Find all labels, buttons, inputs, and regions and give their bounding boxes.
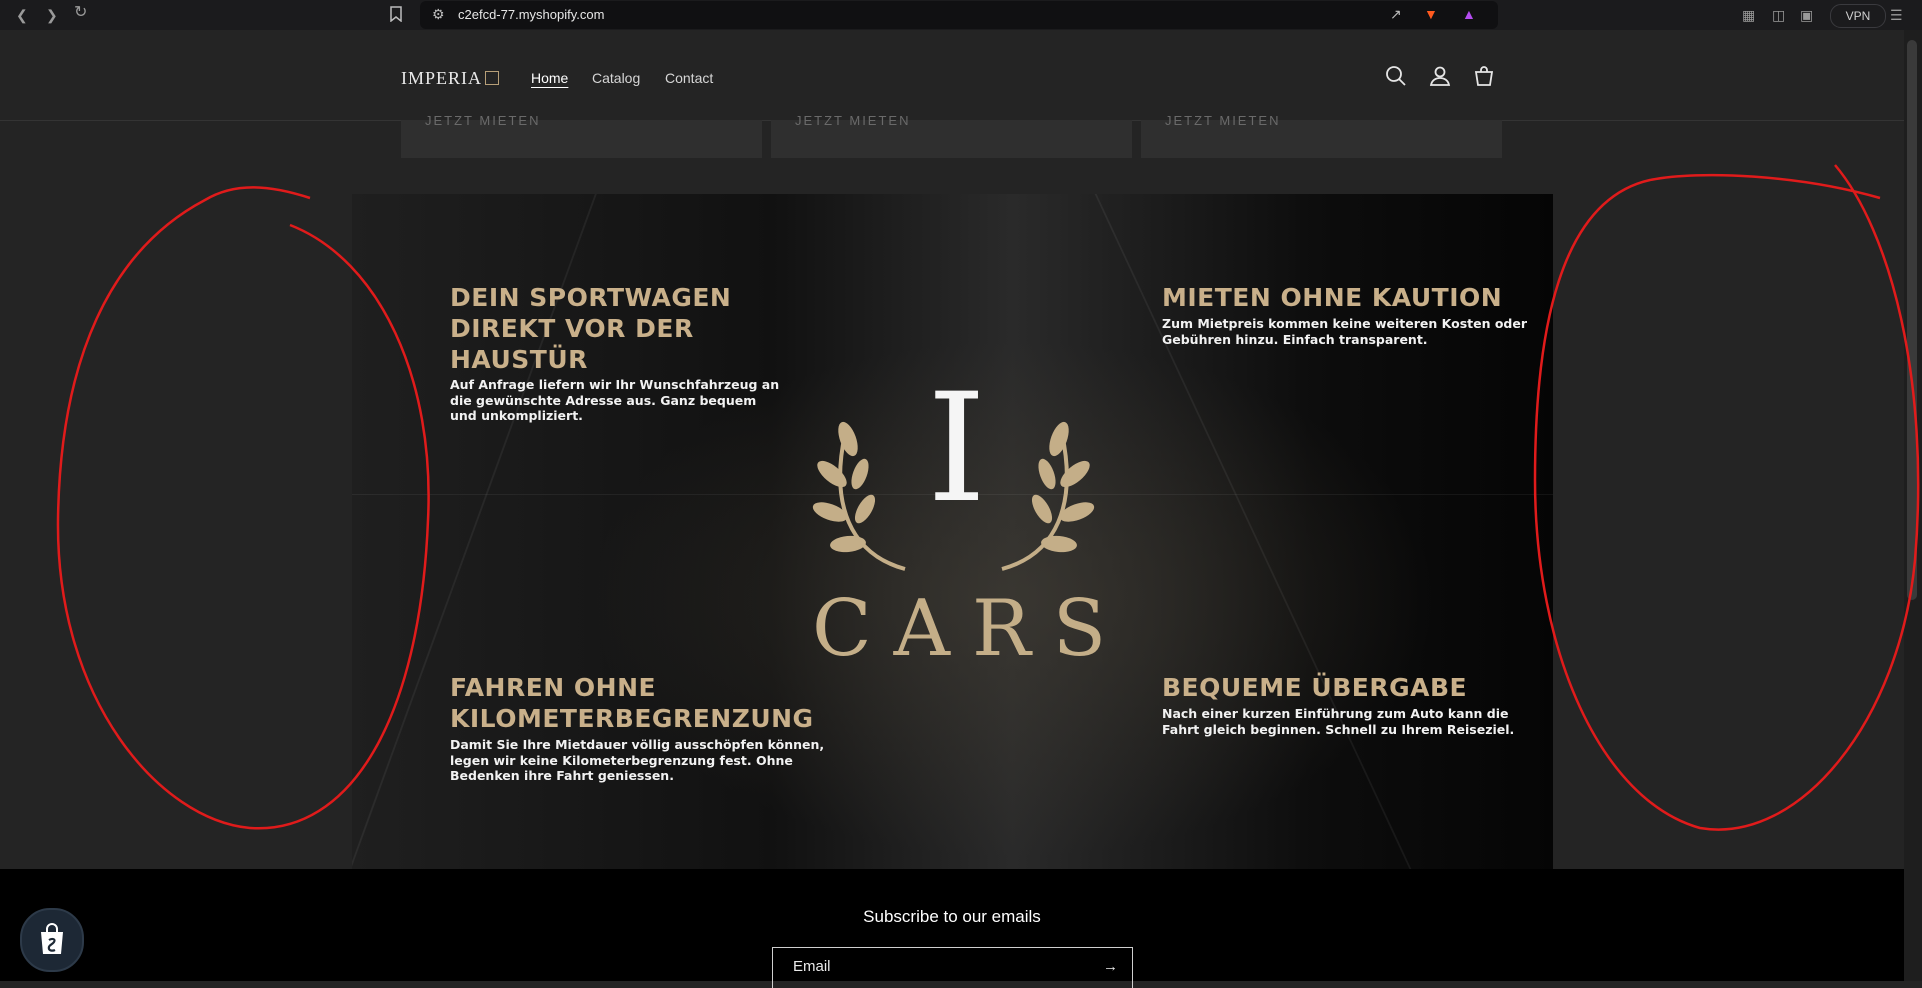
brave-rewards-icon[interactable]: ▲	[1462, 6, 1476, 22]
product-card[interactable]: JETZT MIETEN	[1141, 113, 1502, 158]
logo[interactable]: IMPERIA	[401, 68, 500, 89]
nav-contact[interactable]: Contact	[665, 70, 713, 86]
site-header: IMPERIA Home Catalog Contact	[0, 30, 1904, 121]
email-placeholder: Email	[793, 958, 831, 975]
feature-text-deposit: Zum Mietpreis kommen keine weiteren Kost…	[1162, 316, 1528, 347]
cart-icon[interactable]	[1472, 64, 1496, 88]
feature-title-handover: BEQUEME ÜBERGABE	[1162, 673, 1468, 702]
email-field[interactable]: Email →	[772, 947, 1133, 988]
rent-now-link[interactable]: JETZT MIETEN	[1165, 113, 1280, 128]
feature-title-mileage: FAHREN OHNE KILOMETERBEGRENZUNG	[450, 673, 814, 733]
menu-icon[interactable]: ☰	[1890, 6, 1903, 24]
brand-letter: I	[927, 362, 987, 536]
rent-now-link[interactable]: JETZT MIETEN	[795, 113, 910, 128]
feature-title-delivery: DEIN SPORTWAGEN DIREKT VOR DER HAUSTÜR	[450, 283, 732, 374]
scrollbar-thumb[interactable]	[1907, 40, 1917, 600]
extensions-icon[interactable]: ▦	[1742, 6, 1755, 24]
share-icon[interactable]: ↗	[1390, 6, 1402, 23]
nav-home[interactable]: Home	[531, 70, 568, 86]
feature-text-delivery: Auf Anfrage liefern wir Ihr Wunschfahrze…	[450, 377, 780, 423]
reload-icon[interactable]: ↻	[74, 4, 87, 22]
feature-title-deposit: MIETEN OHNE KAUTION	[1162, 283, 1503, 312]
browser-toolbar: ❮ ❯ ↻ ⚙ c2efcd-77.myshopify.com ↗ ▼ ▲ ▦ …	[0, 0, 1922, 30]
sidebar-icon[interactable]: ◫	[1772, 6, 1785, 24]
newsletter-footer: Subscribe to our emails Email →	[0, 869, 1904, 988]
features-banner: DEIN SPORTWAGEN DIREKT VOR DER HAUSTÜR A…	[352, 194, 1553, 869]
logo-text: IMPERIA	[401, 68, 483, 88]
nav-catalog[interactable]: Catalog	[592, 70, 640, 86]
subscribe-title: Subscribe to our emails	[863, 907, 1041, 926]
account-icon[interactable]	[1428, 64, 1452, 88]
submit-arrow-icon[interactable]: →	[1103, 958, 1118, 975]
feature-text-handover: Nach einer kurzen Einführung zum Auto ka…	[1162, 706, 1515, 737]
url-text[interactable]: c2efcd-77.myshopify.com	[458, 7, 604, 22]
brave-shield-icon[interactable]: ▼	[1424, 6, 1438, 22]
shopify-button[interactable]	[20, 908, 84, 972]
vpn-button[interactable]: VPN	[1830, 4, 1886, 28]
laurel-left-icon	[812, 421, 906, 571]
vpn-label: VPN	[1845, 9, 1871, 23]
address-bar[interactable]: ⚙ c2efcd-77.myshopify.com ↗ ▼ ▲	[420, 1, 1498, 29]
back-icon[interactable]: ❮	[16, 6, 28, 24]
rent-now-link[interactable]: JETZT MIETEN	[425, 113, 540, 128]
site-info-icon[interactable]: ⚙	[432, 6, 445, 23]
wallet-icon[interactable]: ▣	[1800, 6, 1813, 24]
brand-name: CARS	[812, 584, 1129, 674]
laurel-right-icon	[1001, 421, 1095, 571]
bookmark-icon[interactable]	[390, 6, 402, 26]
product-card[interactable]: JETZT MIETEN	[771, 113, 1132, 158]
shopify-bag-icon	[41, 923, 63, 954]
logo-mark-icon	[485, 71, 500, 85]
product-card[interactable]: JETZT MIETEN	[401, 113, 762, 158]
search-icon[interactable]	[1384, 64, 1408, 88]
forward-icon[interactable]: ❯	[46, 6, 58, 24]
feature-text-mileage: Damit Sie Ihre Mietdauer völlig ausschöp…	[450, 737, 825, 783]
